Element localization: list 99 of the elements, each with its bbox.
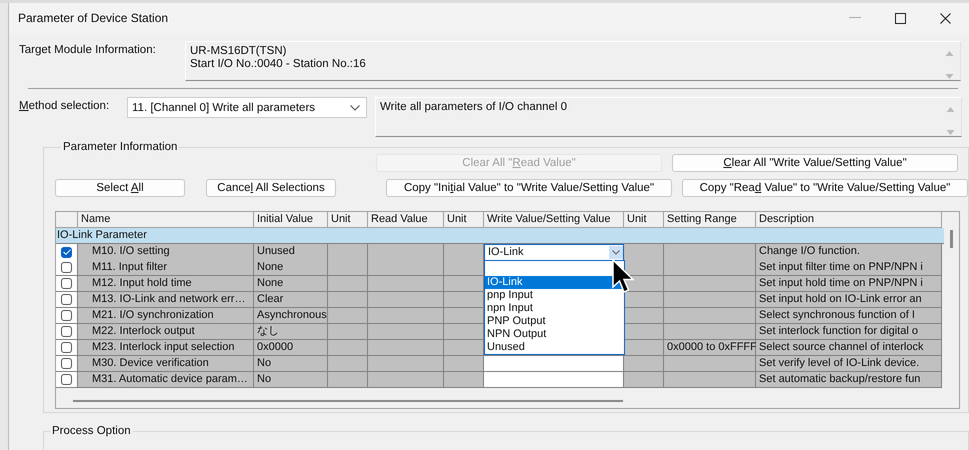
table-cell: Set interlock function for digital o bbox=[756, 324, 942, 340]
column-header[interactable]: Description bbox=[756, 212, 942, 228]
table-cell: Asynchronous bbox=[254, 308, 328, 324]
table-cell: Select synchronous function of I bbox=[756, 308, 942, 324]
table-cell bbox=[624, 308, 664, 324]
row-checkbox[interactable] bbox=[61, 374, 72, 385]
table-cell: M21. I/O synchronization bbox=[78, 308, 254, 324]
table-cell: 0x0000 bbox=[254, 340, 328, 356]
row-checkbox[interactable] bbox=[61, 278, 72, 289]
module-info-text: UR-MS16DT(TSN) bbox=[190, 45, 288, 57]
module-info-text: Start I/O No.:0040 - Station No.:16 bbox=[190, 58, 366, 70]
row-checkbox[interactable] bbox=[61, 326, 72, 337]
write-value-combo[interactable]: IO-Link bbox=[484, 244, 624, 261]
chevron-down-icon bbox=[612, 250, 620, 255]
table-cell: Set automatic backup/restore fun bbox=[756, 372, 942, 388]
table-cell bbox=[328, 292, 368, 308]
group-title: Process Option bbox=[51, 425, 132, 437]
column-header[interactable]: Unit bbox=[328, 212, 368, 228]
table-cell bbox=[444, 292, 484, 308]
table-cell: 0x0000 to 0xFFFF bbox=[664, 340, 756, 356]
action-button[interactable]: Select All bbox=[55, 179, 185, 197]
dropdown-option[interactable]: PNP Output bbox=[485, 315, 624, 328]
table-cell bbox=[444, 308, 484, 324]
table-cell bbox=[624, 260, 664, 276]
table-cell bbox=[328, 244, 368, 261]
table-cell: Set input filter time on PNP/NPN i bbox=[756, 260, 942, 276]
table-cell: Unused bbox=[254, 244, 328, 261]
row-checkbox[interactable] bbox=[61, 294, 72, 305]
method-description-text: Write all parameters of I/O channel 0 bbox=[380, 101, 568, 115]
table-cell: Select source channel of interlock bbox=[756, 340, 942, 356]
write-value-field[interactable] bbox=[484, 356, 624, 372]
action-button[interactable]: Clear All "Write Value/Setting Value" bbox=[672, 154, 958, 172]
table-cell bbox=[444, 372, 484, 388]
table-cell bbox=[624, 244, 664, 261]
action-button[interactable]: Copy "Initial Value" to "Write Value/Setting Value" bbox=[386, 179, 672, 197]
action-button[interactable]: Cancel All Selections bbox=[206, 179, 336, 197]
table-cell: Set input hold time on PNP/NPN i bbox=[756, 276, 942, 292]
table-cell: M30. Device verification bbox=[78, 356, 254, 372]
method-select[interactable]: 11. [Channel 0] Write all parameters bbox=[127, 97, 367, 118]
table-cell: M31. Automatic device param… bbox=[78, 372, 254, 388]
table-cell: No bbox=[254, 356, 328, 372]
table-cell bbox=[328, 308, 368, 324]
column-header[interactable]: Setting Range bbox=[664, 212, 756, 228]
row-checkbox[interactable] bbox=[61, 342, 72, 353]
window-title: Parameter of Device Station bbox=[18, 11, 168, 25]
table-cell bbox=[328, 324, 368, 340]
action-button[interactable]: Copy "Read Value" to "Write Value/Setting Value" bbox=[682, 179, 968, 197]
table-cell bbox=[328, 276, 368, 292]
dropdown-option[interactable]: Unused bbox=[485, 341, 624, 354]
table-cell: M10. I/O setting bbox=[78, 244, 254, 261]
table-cell: No bbox=[254, 372, 328, 388]
dropdown-option[interactable]: npn Input bbox=[485, 302, 624, 315]
column-header[interactable]: Unit bbox=[444, 212, 484, 228]
table-cell bbox=[444, 260, 484, 276]
horizontal-scrollbar[interactable] bbox=[73, 400, 623, 402]
table-cell bbox=[624, 324, 664, 340]
table-cell: M11. Input filter bbox=[78, 260, 254, 276]
table-cell: なし bbox=[254, 324, 328, 340]
table-cell bbox=[328, 372, 368, 388]
table-cell bbox=[444, 356, 484, 372]
table-cell: Clear bbox=[254, 292, 328, 308]
column-header[interactable]: Name bbox=[78, 212, 254, 228]
table-cell bbox=[444, 276, 484, 292]
column-header[interactable]: Write Value/Setting Value bbox=[484, 212, 624, 228]
close-icon[interactable] bbox=[940, 12, 951, 24]
group-row: IO-Link Parameter bbox=[56, 228, 944, 244]
table-cell: M22. Interlock output bbox=[78, 324, 254, 340]
column-header[interactable]: Unit bbox=[624, 212, 664, 228]
write-value-field[interactable] bbox=[484, 372, 624, 388]
table-cell bbox=[624, 372, 664, 388]
table-cell bbox=[444, 324, 484, 340]
table-cell: Change I/O function. bbox=[756, 244, 942, 261]
table-cell bbox=[328, 356, 368, 372]
method-selection-label: Method selection: bbox=[19, 99, 110, 112]
chevron-down-icon bbox=[350, 104, 360, 110]
row-checkbox[interactable] bbox=[61, 262, 72, 273]
table-cell: None bbox=[254, 260, 328, 276]
group-title: Parameter Information bbox=[62, 141, 178, 153]
table-cell bbox=[624, 292, 664, 308]
table-cell: M13. IO-Link and network err… bbox=[78, 292, 254, 308]
dropdown-option[interactable]: IO-Link bbox=[485, 276, 624, 289]
row-checkbox[interactable] bbox=[61, 358, 72, 369]
target-module-label: Target Module Information: bbox=[19, 43, 157, 58]
table-cell: Set input hold on IO-Link error an bbox=[756, 292, 942, 308]
dropdown-option[interactable]: pnp Input bbox=[485, 289, 624, 302]
row-checkbox[interactable] bbox=[61, 310, 72, 321]
row-checkbox[interactable] bbox=[61, 246, 72, 258]
column-header[interactable]: Read Value bbox=[368, 212, 444, 228]
dropdown-option[interactable]: NPN Output bbox=[485, 328, 624, 341]
table-cell bbox=[328, 260, 368, 276]
table-cell: None bbox=[254, 276, 328, 292]
table-cell: Set verify level of IO-Link device. bbox=[756, 356, 942, 372]
table-cell: M23. Interlock input selection bbox=[78, 340, 254, 356]
table-cell bbox=[624, 356, 664, 372]
table-cell bbox=[328, 340, 368, 356]
column-header[interactable]: Initial Value bbox=[254, 212, 328, 228]
table-cell: M12. Input hold time bbox=[78, 276, 254, 292]
table-cell bbox=[444, 244, 484, 261]
maximize-icon[interactable] bbox=[895, 12, 906, 24]
